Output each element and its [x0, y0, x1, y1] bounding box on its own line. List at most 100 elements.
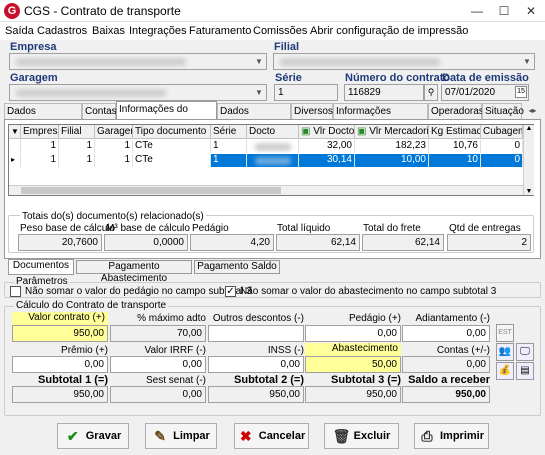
- excluir-label: Excluir: [353, 430, 391, 442]
- nao-somar-pedagio-checkbox[interactable]: [10, 286, 21, 297]
- row-indicator-header: ▼: [9, 125, 21, 139]
- calendar-icon[interactable]: 15: [515, 86, 527, 98]
- pedagio-total-field[interactable]: 4,20: [190, 234, 274, 251]
- pedagio-field[interactable]: 0,00: [305, 325, 401, 342]
- serie-field[interactable]: 1: [274, 84, 338, 101]
- chevron-down-icon: ▼: [255, 88, 263, 97]
- total-frete-label: Total do frete: [363, 223, 421, 234]
- cancelar-label: Cancelar: [258, 430, 306, 442]
- chevron-down-icon: ▼: [255, 57, 263, 66]
- tab-operadoras[interactable]: Operadoras: [428, 103, 484, 119]
- excluir-button[interactable]: 🗑 Excluir: [324, 423, 399, 449]
- menu-faturamento[interactable]: Faturamento: [189, 25, 251, 37]
- garagem-select[interactable]: ▼: [9, 84, 267, 101]
- total-liquido-field[interactable]: 62,14: [276, 234, 360, 251]
- cell-docto: [247, 140, 299, 153]
- documents-grid[interactable]: ▼ Empresa Filial Garagem Tipo documento …: [8, 124, 534, 196]
- grid-header-cubagem[interactable]: Cubagem: [481, 125, 523, 139]
- qtd-entregas-field[interactable]: 2: [447, 234, 531, 251]
- numero-contrato-field[interactable]: 116829: [344, 84, 424, 101]
- tab-situacao[interactable]: Situação: [482, 103, 524, 119]
- subtab-pagamento-saldo[interactable]: Pagamento Saldo: [194, 260, 280, 274]
- subtab-documentos[interactable]: Documentos: [8, 259, 74, 275]
- outros-descontos-field[interactable]: [208, 325, 304, 342]
- inss-field[interactable]: 0,00: [208, 356, 304, 373]
- grid-vertical-scrollbar[interactable]: ▲ ▼: [523, 125, 534, 195]
- broom-icon: ✎: [154, 428, 167, 444]
- chevron-down-icon: ▼: [523, 57, 531, 66]
- tab-informacoes-adicionais[interactable]: Informações adicionais: [333, 103, 428, 132]
- menu-cadastros[interactable]: Cadastros: [37, 25, 87, 37]
- gravar-button[interactable]: ✔ Gravar: [57, 423, 129, 449]
- peso-field[interactable]: 20,7600: [18, 234, 102, 251]
- filial-select[interactable]: ▼: [273, 53, 535, 70]
- cell-empresa: 1: [21, 140, 59, 153]
- grid-header-vlr-docto[interactable]: ▣ Vlr Docto: [299, 125, 355, 139]
- maximize-button[interactable]: ☐: [491, 0, 517, 22]
- users-icon[interactable]: 👥: [496, 343, 514, 361]
- contas-field[interactable]: 0,00: [402, 356, 490, 373]
- money-bag-icon[interactable]: 💰: [496, 362, 514, 380]
- close-button[interactable]: ✕: [518, 0, 544, 22]
- empresa-label: Empresa: [10, 41, 57, 53]
- grid-header-empresa[interactable]: Empresa: [21, 125, 59, 139]
- adiantamento-field[interactable]: 0,00: [402, 325, 490, 342]
- subtotal1-field[interactable]: 950,00: [12, 386, 108, 403]
- grid-header-vlr-mercadoria[interactable]: ▣ Vlr Mercadoria: [355, 125, 429, 139]
- nao-somar-pedagio-label: Não somar o valor do pedágio no campo su…: [25, 286, 252, 297]
- menu-abrir-config-impressao[interactable]: Abrir configuração de impressão: [310, 25, 468, 37]
- grid-header-vlr-docto-label: Vlr Docto: [313, 126, 355, 137]
- tab-diversos[interactable]: Diversos: [291, 103, 333, 119]
- grid-header-tipo-documento[interactable]: Tipo documento: [133, 125, 211, 139]
- layers-icon[interactable]: ▤: [516, 362, 534, 380]
- cancel-x-icon: ✖: [239, 428, 252, 444]
- tab-scroll-arrows-icon[interactable]: ◂▸: [524, 103, 541, 118]
- tab-dados-cadastrais[interactable]: Dados cadastrais: [4, 103, 82, 132]
- outros-descontos-label: Outros descontos (-): [212, 313, 304, 324]
- menu-saida[interactable]: Saída: [5, 25, 34, 37]
- limpar-button[interactable]: ✎ Limpar: [145, 423, 217, 449]
- subtotal3-field[interactable]: 950,00: [305, 386, 401, 403]
- binoculars-icon[interactable]: ⚲: [424, 84, 438, 101]
- grid-header-filial[interactable]: Filial: [59, 125, 95, 139]
- m3-label: M³ base de cálculo: [106, 223, 190, 234]
- subtotal2-field[interactable]: 950,00: [208, 386, 304, 403]
- numero-contrato-label: Número do contrato: [345, 72, 451, 84]
- abastecimento-field[interactable]: 50,00: [305, 356, 401, 373]
- saldo-receber-field[interactable]: 950,00: [402, 386, 490, 403]
- row-indicator: [9, 140, 21, 153]
- empresa-select[interactable]: ▼: [9, 53, 267, 70]
- menu-baixas[interactable]: Baixas: [92, 25, 125, 37]
- grid-header-docto[interactable]: Docto: [247, 125, 299, 139]
- grid-header-serie[interactable]: Série: [211, 125, 247, 139]
- tab-dados-bancarios[interactable]: Dados Bancários: [217, 103, 291, 132]
- peso-label: Peso base de cálculo: [20, 223, 116, 234]
- cell-cubagem: 0: [481, 140, 523, 153]
- calculo-title: Cálculo do Contrato de transporte: [14, 300, 169, 311]
- grid-header-garagem[interactable]: Garagem: [95, 125, 133, 139]
- nao-somar-abastecimento-checkbox[interactable]: ✓: [225, 286, 236, 297]
- grid-header-kg-estimado[interactable]: Kg Estimado: [429, 125, 481, 139]
- cell-garagem: 1: [95, 140, 133, 153]
- inss-label: INSS (-): [267, 345, 304, 356]
- valor-contrato-field[interactable]: 950,00: [12, 325, 108, 342]
- premio-field[interactable]: 0,00: [12, 356, 108, 373]
- subtab-pagamento-abastecimento[interactable]: Pagamento Abastecimento: [76, 260, 192, 284]
- sest-senat-field[interactable]: 0,00: [110, 386, 206, 403]
- row-indicator-arrow-icon: ▸: [9, 154, 21, 167]
- total-frete-field[interactable]: 62,14: [362, 234, 444, 251]
- tab-informacoes-contrato[interactable]: Informações do contrato: [116, 101, 217, 130]
- m3-field[interactable]: 0,0000: [104, 234, 188, 251]
- tab-contas[interactable]: Contas: [82, 103, 117, 119]
- imprimir-button[interactable]: ⎙ Imprimir: [414, 423, 489, 449]
- grid-horizontal-scrollbar[interactable]: [9, 185, 523, 195]
- menu-bar: Saída Cadastros Baixas Integrações Fatur…: [0, 22, 545, 40]
- minimize-button[interactable]: —: [464, 0, 490, 22]
- cancelar-button[interactable]: ✖ Cancelar: [234, 423, 309, 449]
- irrf-field[interactable]: 0,00: [110, 356, 206, 373]
- pct-max-adto-field[interactable]: 70,00: [110, 325, 206, 342]
- monitor-icon[interactable]: 🖵: [516, 343, 534, 361]
- menu-comissoes[interactable]: Comissões: [253, 25, 307, 37]
- edit-document-icon[interactable]: EST: [496, 324, 514, 342]
- menu-integracoes[interactable]: Integrações: [129, 25, 186, 37]
